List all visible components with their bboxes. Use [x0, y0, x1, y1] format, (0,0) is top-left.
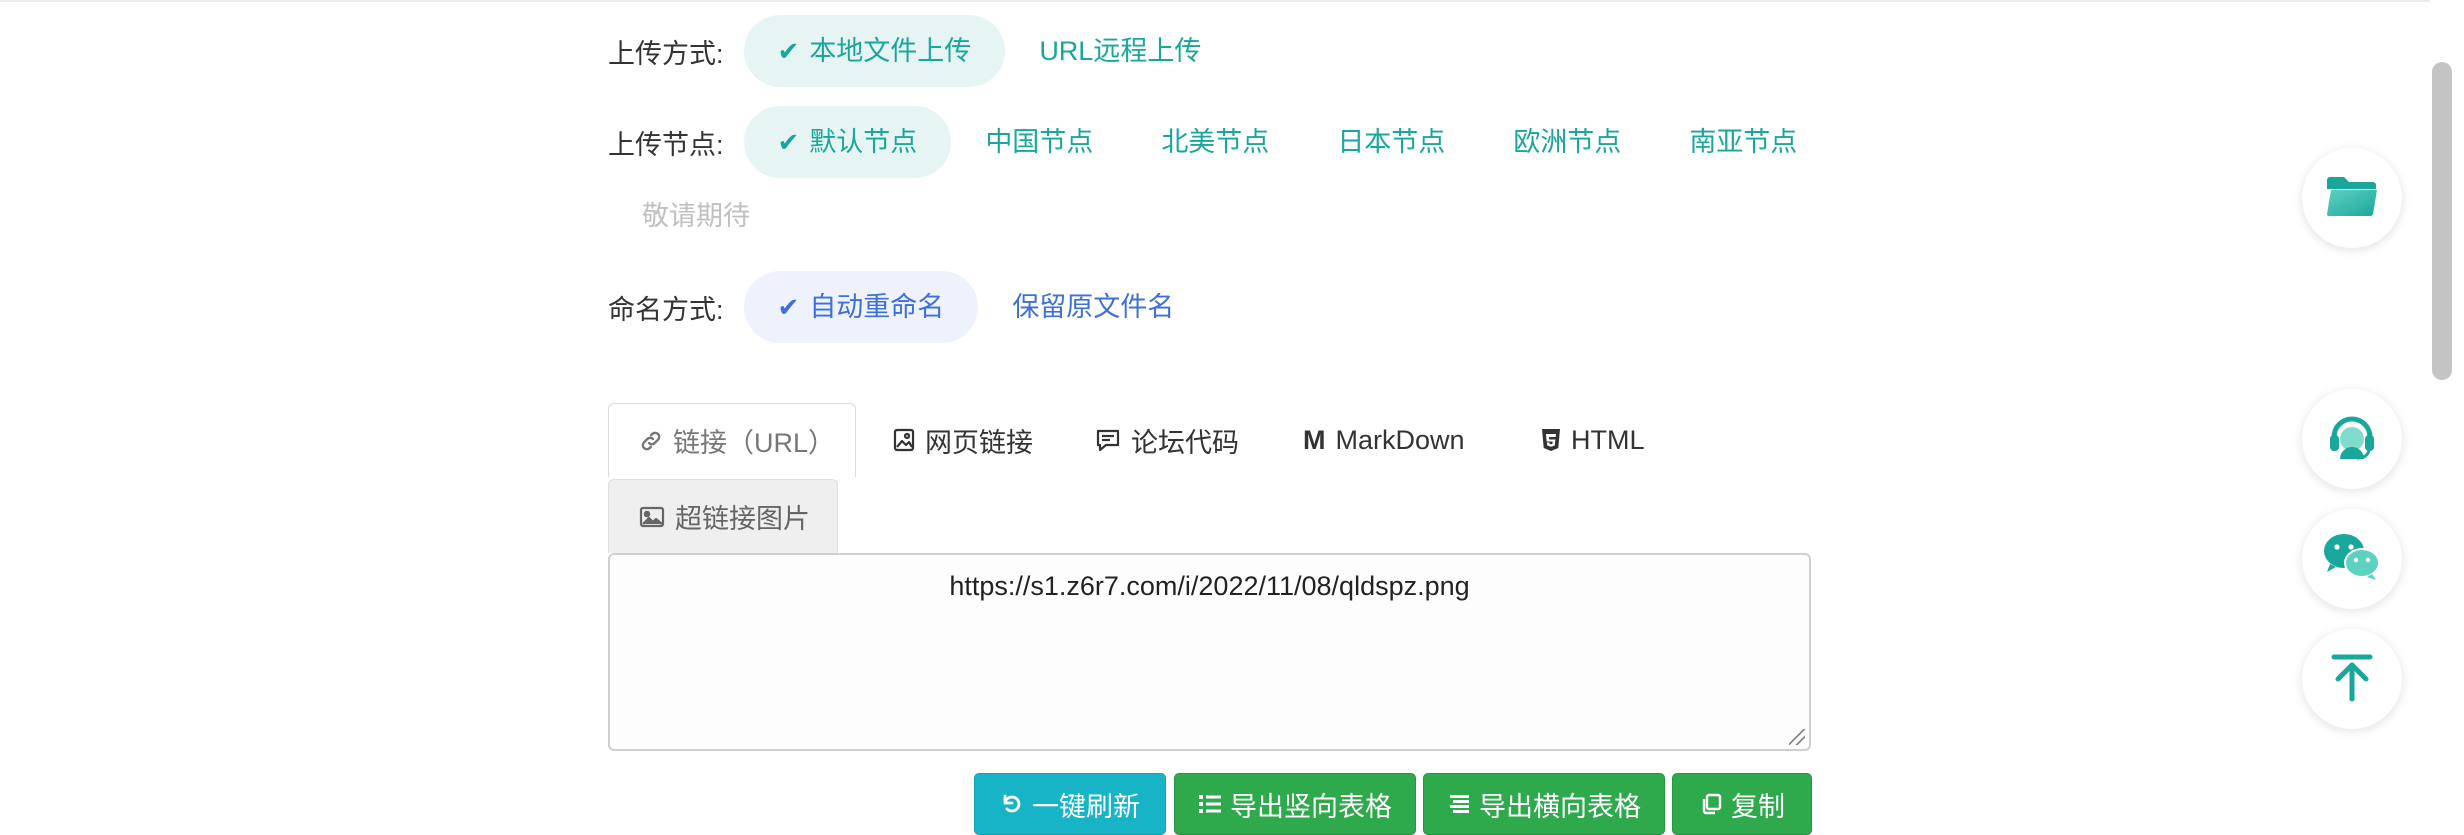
option-north-america-node[interactable]: 北美节点	[1127, 106, 1303, 178]
link-icon	[639, 429, 663, 453]
option-default-node[interactable]: ✔ 默认节点	[743, 106, 952, 178]
tab-label: 链接（URL）	[673, 428, 836, 458]
option-europe-node[interactable]: 欧洲节点	[1479, 106, 1655, 178]
tab-hyperlink-image[interactable]: 超链接图片	[608, 479, 838, 553]
option-label: 北美节点	[1161, 127, 1270, 157]
check-icon: ✔	[777, 36, 800, 66]
tab-web-link[interactable]: 网页链接	[893, 403, 1033, 477]
list-icon	[1198, 793, 1222, 815]
output-link-text: https://s1.z6r7.com/i/2022/11/08/qldspz.…	[949, 571, 1470, 601]
tab-label: 网页链接	[925, 427, 1033, 458]
option-china-node[interactable]: 中国节点	[951, 106, 1127, 178]
naming-label: 命名方式:	[608, 294, 724, 325]
resize-grip[interactable]	[1789, 729, 1805, 745]
option-auto-rename[interactable]: ✔ 自动重命名	[743, 271, 979, 343]
export-horizontal-label: 导出横向表格	[1479, 791, 1641, 822]
tab-html[interactable]: HTML	[1541, 403, 1645, 477]
image-file-icon	[893, 428, 915, 452]
file-manager-button[interactable]	[2302, 148, 2402, 248]
customer-service-icon	[2324, 409, 2380, 470]
copy-label: 复制	[1731, 791, 1785, 822]
markdown-icon: M	[1303, 424, 1326, 455]
export-vertical-button[interactable]: 导出竖向表格	[1174, 773, 1416, 835]
tab-label: HTML	[1571, 424, 1645, 455]
option-label: 默认节点	[809, 127, 918, 157]
refresh-button[interactable]: 一键刷新	[974, 773, 1166, 835]
picture-icon	[639, 506, 665, 528]
option-japan-node[interactable]: 日本节点	[1303, 106, 1479, 178]
tab-markdown[interactable]: M MarkDown	[1303, 403, 1465, 477]
scrollbar-thumb[interactable]	[2432, 62, 2452, 380]
option-label: 欧洲节点	[1513, 127, 1622, 157]
wechat-icon	[2322, 531, 2382, 588]
copy-button[interactable]: 复制	[1672, 773, 1812, 835]
customer-service-button[interactable]	[2302, 389, 2402, 489]
option-label: 自动重命名	[809, 292, 945, 322]
link-output-textarea[interactable]: https://s1.z6r7.com/i/2022/11/08/qldspz.…	[608, 553, 1811, 751]
wechat-button[interactable]	[2302, 509, 2402, 609]
tab-url[interactable]: 链接（URL）	[608, 403, 856, 477]
upload-method-row: 上传方式: ✔ 本地文件上传 URL远程上传	[608, 15, 1235, 87]
option-label: 保留原文件名	[1012, 292, 1175, 322]
option-local-upload[interactable]: ✔ 本地文件上传	[743, 15, 1006, 87]
option-label: 日本节点	[1337, 127, 1446, 157]
top-border	[0, 0, 2464, 2]
tab-label: 超链接图片	[675, 504, 810, 534]
option-label: 本地文件上传	[809, 36, 972, 66]
html5-icon	[1541, 428, 1561, 452]
export-vertical-label: 导出竖向表格	[1230, 791, 1392, 822]
align-left-icon	[1447, 793, 1471, 815]
option-label: URL远程上传	[1039, 36, 1202, 66]
upload-method-label: 上传方式:	[608, 38, 724, 69]
refresh-icon	[1000, 792, 1024, 816]
folder-icon	[2325, 174, 2379, 223]
link-format-tabs: 链接（URL） 网页链接 论坛代码 M MarkDown HTML 超链接图片	[608, 403, 1813, 553]
upload-node-row: 上传节点: ✔ 默认节点 中国节点 北美节点 日本节点 欧洲节点 南亚节点	[608, 106, 1831, 178]
option-coming-soon: 敬请期待	[642, 201, 750, 231]
option-south-asia-node[interactable]: 南亚节点	[1655, 106, 1831, 178]
naming-row: 命名方式: ✔ 自动重命名 保留原文件名	[608, 271, 1208, 343]
upload-node-label: 上传节点:	[608, 129, 724, 160]
option-url-upload[interactable]: URL远程上传	[1005, 15, 1235, 87]
upload-node-row-2: 敬请期待	[608, 180, 784, 252]
check-icon: ✔	[777, 127, 800, 157]
refresh-label: 一键刷新	[1032, 791, 1140, 822]
export-horizontal-button[interactable]: 导出横向表格	[1423, 773, 1665, 835]
back-to-top-button[interactable]	[2302, 629, 2402, 729]
back-to-top-icon	[2327, 652, 2377, 707]
option-label: 中国节点	[985, 127, 1094, 157]
copy-icon	[1699, 792, 1723, 816]
option-keep-filename[interactable]: 保留原文件名	[978, 271, 1208, 343]
option-label: 南亚节点	[1689, 127, 1798, 157]
tab-forum-code[interactable]: 论坛代码	[1095, 403, 1239, 477]
tab-label: MarkDown	[1335, 424, 1465, 455]
tab-label: 论坛代码	[1131, 427, 1239, 458]
comment-icon	[1095, 428, 1121, 452]
check-icon: ✔	[777, 292, 800, 322]
